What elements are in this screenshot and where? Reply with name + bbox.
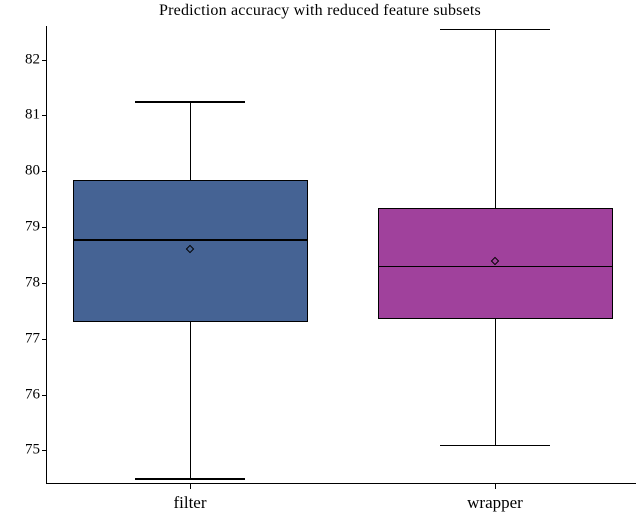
- x-tick-mark: [495, 484, 496, 489]
- chart-title: Prediction accuracy with reduced feature…: [0, 2, 640, 20]
- x-tick-label: wrapper: [467, 493, 523, 513]
- y-tick-label: 76: [0, 386, 40, 403]
- whisker-up-cap-wrapper: [440, 29, 550, 30]
- whisker-low-cap-filter: [135, 478, 245, 479]
- x-tick-mark: [190, 484, 191, 489]
- y-tick-label: 81: [0, 107, 40, 124]
- y-tick-mark: [42, 171, 46, 172]
- y-tick-label: 77: [0, 330, 40, 347]
- whisker-low-wrapper: [495, 319, 496, 445]
- y-tick-mark: [42, 227, 46, 228]
- whisker-up-cap-filter: [135, 101, 245, 102]
- y-tick-mark: [42, 115, 46, 116]
- y-tick-label: 79: [0, 219, 40, 236]
- y-tick-mark: [42, 395, 46, 396]
- y-tick-label: 78: [0, 274, 40, 291]
- y-tick-mark: [42, 339, 46, 340]
- y-tick-mark: [42, 450, 46, 451]
- y-tick-mark: [42, 283, 46, 284]
- whisker-low-cap-wrapper: [440, 445, 550, 446]
- x-tick-label: filter: [173, 493, 206, 513]
- whisker-low-filter: [190, 322, 191, 478]
- y-tick-label: 82: [0, 51, 40, 68]
- y-tick-label: 80: [0, 163, 40, 180]
- whisker-up-wrapper: [495, 29, 496, 208]
- y-tick-mark: [42, 60, 46, 61]
- y-tick-label: 75: [0, 442, 40, 459]
- median-wrapper: [378, 266, 613, 267]
- median-filter: [73, 239, 308, 240]
- whisker-up-filter: [190, 101, 191, 179]
